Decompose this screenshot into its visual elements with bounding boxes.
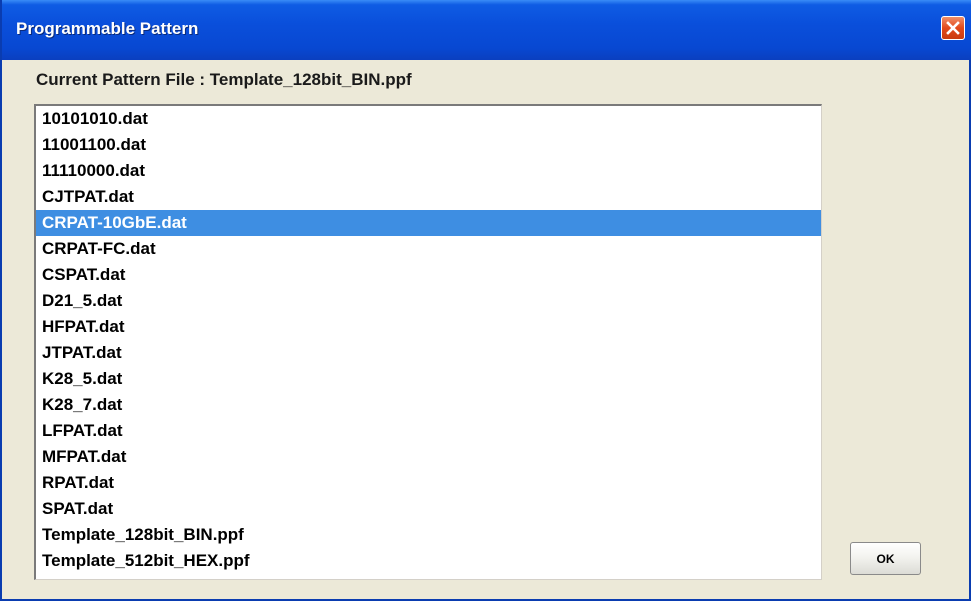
- list-item[interactable]: Template_512bit_HEX.ppf: [36, 548, 821, 574]
- close-button[interactable]: [941, 16, 965, 40]
- title-bar[interactable]: Programmable Pattern: [2, 0, 971, 60]
- window-title: Programmable Pattern: [16, 19, 199, 38]
- list-item[interactable]: CRPAT-FC.dat: [36, 236, 821, 262]
- list-item[interactable]: D21_5.dat: [36, 288, 821, 314]
- list-item[interactable]: LFPAT.dat: [36, 418, 821, 444]
- list-item[interactable]: HFPAT.dat: [36, 314, 821, 340]
- list-item[interactable]: 11110000.dat: [36, 158, 821, 184]
- list-item[interactable]: CJTPAT.dat: [36, 184, 821, 210]
- programmable-pattern-dialog: Programmable Pattern Current Pattern Fil…: [0, 0, 971, 601]
- current-pattern-file-label: Current Pattern File : Template_128bit_B…: [36, 70, 412, 89]
- close-icon: [946, 21, 960, 35]
- list-item[interactable]: 10101010.dat: [36, 106, 821, 132]
- list-item[interactable]: 11001100.dat: [36, 132, 821, 158]
- list-item[interactable]: K28_5.dat: [36, 366, 821, 392]
- ok-button[interactable]: OK: [850, 542, 921, 575]
- list-item-selected[interactable]: CRPAT-10GbE.dat: [36, 210, 821, 236]
- pattern-file-list[interactable]: 10101010.dat 11001100.dat 11110000.dat CJTP…: [34, 104, 822, 580]
- list-item[interactable]: CSPAT.dat: [36, 262, 821, 288]
- list-item[interactable]: RPAT.dat: [36, 470, 821, 496]
- list-item[interactable]: Template_128bit_BIN.ppf: [36, 522, 821, 548]
- list-item[interactable]: MFPAT.dat: [36, 444, 821, 470]
- list-item[interactable]: SPAT.dat: [36, 496, 821, 522]
- list-item[interactable]: JTPAT.dat: [36, 340, 821, 366]
- list-item[interactable]: K28_7.dat: [36, 392, 821, 418]
